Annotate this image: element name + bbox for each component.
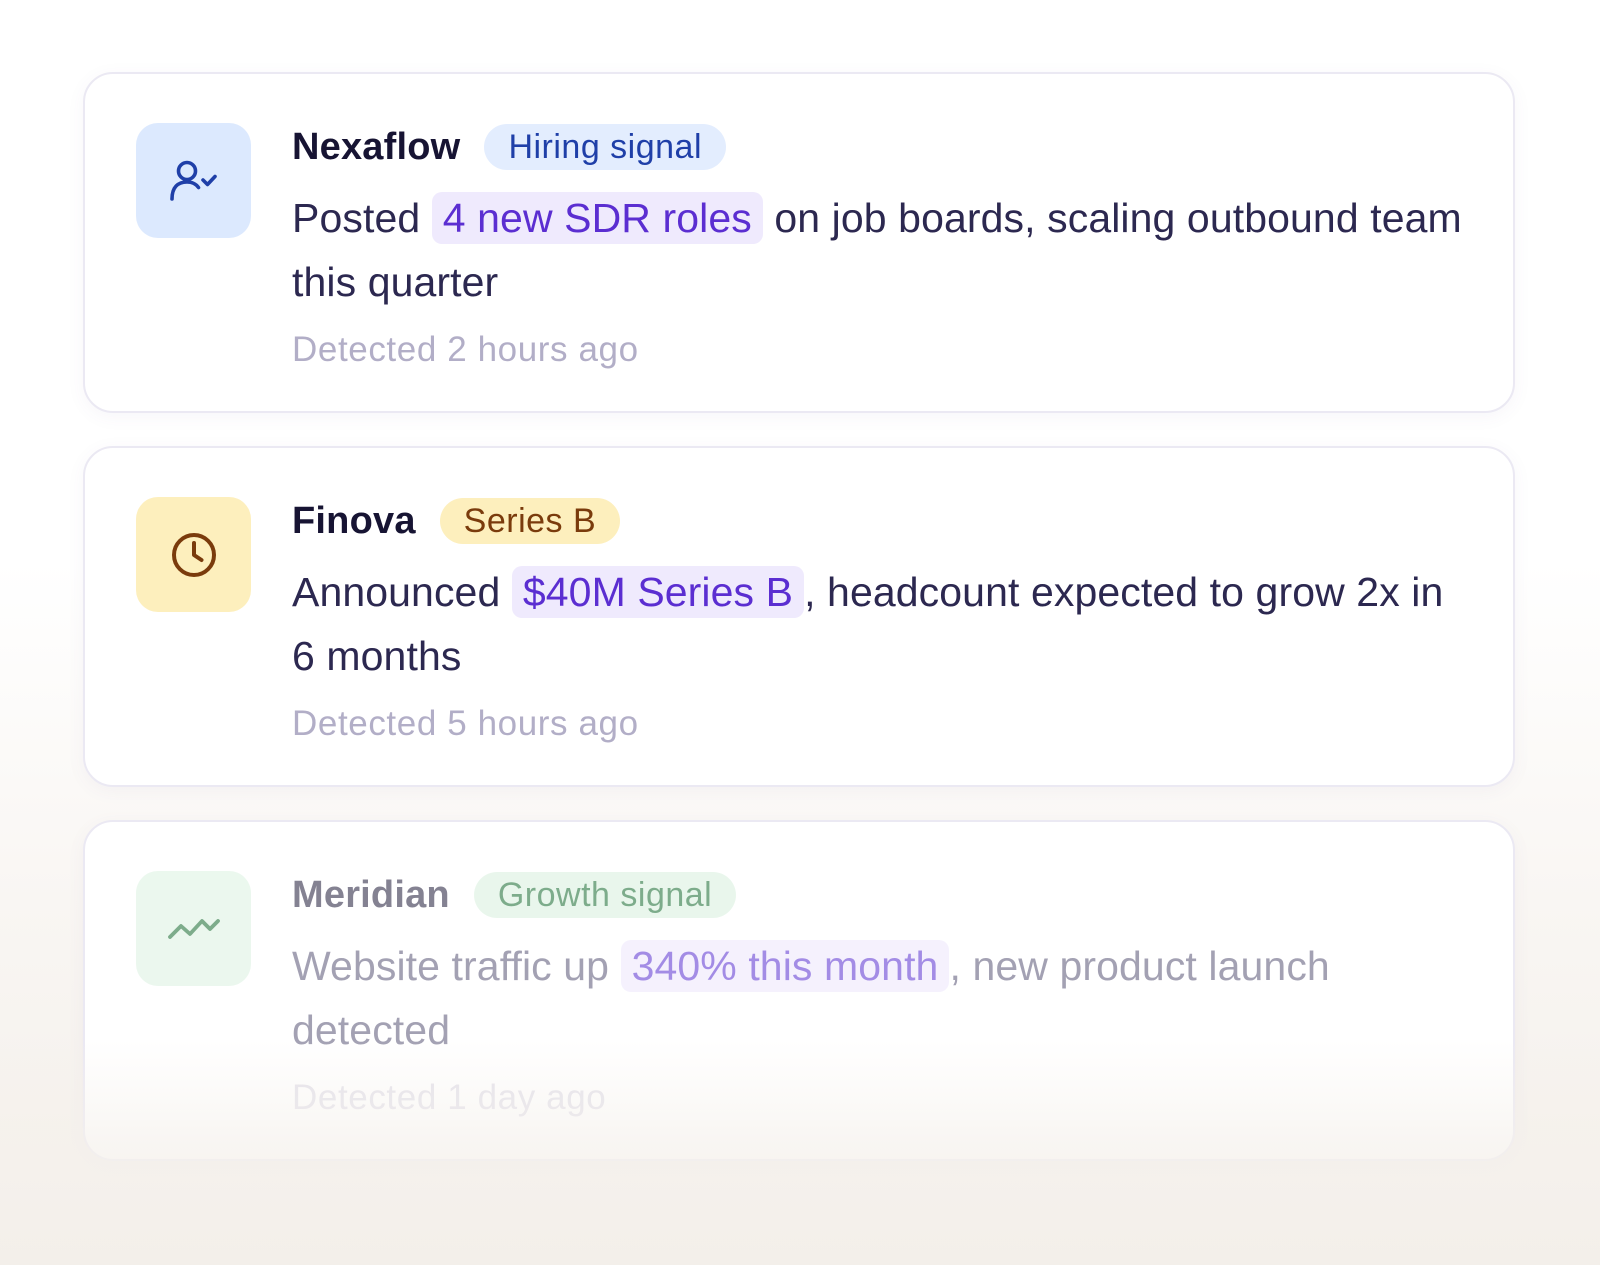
signal-card[interactable]: Meridian Growth signal Website traffic u…	[83, 820, 1515, 1161]
highlight-chip: 340% this month	[620, 940, 950, 992]
signal-card[interactable]: Nexaflow Hiring signal Posted 4 new SDR …	[83, 72, 1515, 413]
highlight-chip: 4 new SDR roles	[431, 192, 763, 244]
signal-description: Website traffic up 340% this month, new …	[292, 934, 1477, 1062]
clock-icon	[136, 497, 251, 612]
description-text: Announced	[292, 569, 501, 615]
signal-badge: Hiring signal	[484, 124, 727, 170]
company-name: Nexaflow	[292, 125, 461, 168]
highlight-chip: $40M Series B	[511, 566, 805, 618]
company-name: Meridian	[292, 873, 450, 916]
signal-badge: Series B	[439, 498, 621, 544]
signal-description: Announced $40M Series B, headcount expec…	[292, 560, 1477, 688]
detected-time: Detected 5 hours ago	[292, 704, 639, 743]
description-text: Posted	[292, 195, 421, 241]
signal-card[interactable]: Finova Series B Announced $40M Series B,…	[83, 446, 1515, 787]
description-text: Website traffic up	[292, 943, 610, 989]
signal-badge: Growth signal	[473, 872, 737, 918]
trend-line-icon	[136, 871, 251, 986]
detected-time: Detected 2 hours ago	[292, 330, 639, 369]
signal-feed: Nexaflow Hiring signal Posted 4 new SDR …	[0, 0, 1600, 1265]
user-check-icon	[136, 123, 251, 238]
detected-time: Detected 1 day ago	[292, 1078, 607, 1117]
signal-description: Posted 4 new SDR roles on job boards, sc…	[292, 186, 1477, 314]
company-name: Finova	[292, 499, 416, 542]
